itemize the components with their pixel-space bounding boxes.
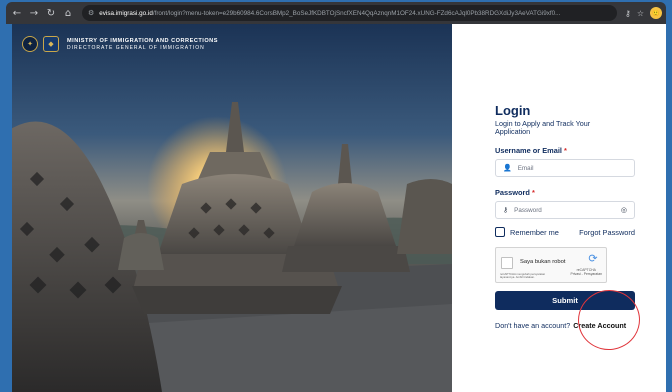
recaptcha-logo-icon: ⟳ — [588, 252, 598, 265]
recaptcha-brand: reCAPTCHA Privasi - Persyaratan — [571, 268, 602, 276]
address-bar[interactable]: ⚙ evisa.imigrasi.go.id /front/login?menu… — [82, 5, 617, 21]
immigration-shield-icon: ◆ — [43, 36, 59, 52]
forgot-password-link[interactable]: Forgot Password — [579, 228, 635, 237]
toolbar-actions: ⚷ ☆ 🙂 — [625, 7, 662, 19]
recaptcha-label: Saya bukan robot — [520, 259, 566, 265]
brand-title: MINISTRY OF IMMIGRATION AND CORRECTIONS — [67, 37, 218, 44]
star-icon[interactable]: ☆ — [637, 9, 644, 18]
brand-subtitle: DIRECTORATE GENERAL OF IMMIGRATION — [67, 44, 205, 51]
recaptcha-note: reCAPTCHA mengubah persyaratan layananny… — [500, 272, 546, 280]
remember-checkbox[interactable] — [495, 227, 505, 237]
user-icon: 👤 — [503, 164, 512, 172]
key-icon: ⚷ — [503, 206, 509, 214]
remember-row: Remember me Forgot Password — [495, 227, 635, 237]
login-subtitle: Login to Apply and Track Your Applicatio… — [495, 119, 591, 136]
email-field[interactable]: 👤 Email — [495, 159, 635, 177]
back-icon[interactable]: ← — [10, 6, 24, 20]
password-label-text: Password — [495, 188, 530, 197]
password-placeholder: Password — [514, 206, 542, 214]
brand-text: MINISTRY OF IMMIGRATION AND CORRECTIONS … — [67, 38, 218, 51]
email-placeholder: Email — [517, 164, 534, 172]
forward-icon[interactable]: → — [27, 6, 41, 20]
eye-slash-icon[interactable]: ◎ — [621, 206, 627, 214]
username-label: Username or Email * — [495, 146, 635, 155]
home-icon[interactable]: ⌂ — [61, 6, 75, 20]
login-title: Login — [495, 103, 531, 118]
recaptcha-checkbox[interactable] — [501, 257, 513, 269]
browser-toolbar: ← → ↻ ⌂ ⚙ evisa.imigrasi.go.id /front/lo… — [6, 2, 666, 24]
remember-me[interactable]: Remember me — [495, 227, 559, 237]
borobudur-illustration — [12, 102, 452, 392]
username-label-text: Username or Email — [495, 146, 562, 155]
password-label: Password * — [495, 188, 635, 197]
required-mark: * — [531, 188, 535, 197]
remember-label: Remember me — [510, 227, 559, 237]
recaptcha-links[interactable]: Privasi - Persyaratan — [571, 272, 602, 276]
url-domain: evisa.imigrasi.go.id — [99, 9, 153, 17]
recaptcha-widget: Saya bukan robot reCAPTCHA mengubah pers… — [495, 247, 607, 283]
password-field[interactable]: ⚷ Password ◎ — [495, 201, 635, 219]
page: ✦ ◆ MINISTRY OF IMMIGRATION AND CORRECTI… — [12, 24, 666, 392]
hero-image: ✦ ◆ MINISTRY OF IMMIGRATION AND CORRECTI… — [12, 24, 452, 392]
site-info-icon[interactable]: ⚙ — [88, 9, 94, 17]
ministry-emblem-icon: ✦ — [22, 36, 38, 52]
required-mark: * — [564, 146, 567, 155]
key-icon[interactable]: ⚷ — [625, 9, 631, 18]
brand-header: ✦ ◆ MINISTRY OF IMMIGRATION AND CORRECTI… — [22, 36, 218, 52]
url-path: /front/login?menu-token=e29b60984.6CorsB… — [152, 9, 561, 17]
reload-icon[interactable]: ↻ — [44, 6, 58, 20]
extension-icon[interactable]: 🙂 — [650, 7, 662, 19]
no-account-text: Don't have an account? — [495, 321, 571, 330]
